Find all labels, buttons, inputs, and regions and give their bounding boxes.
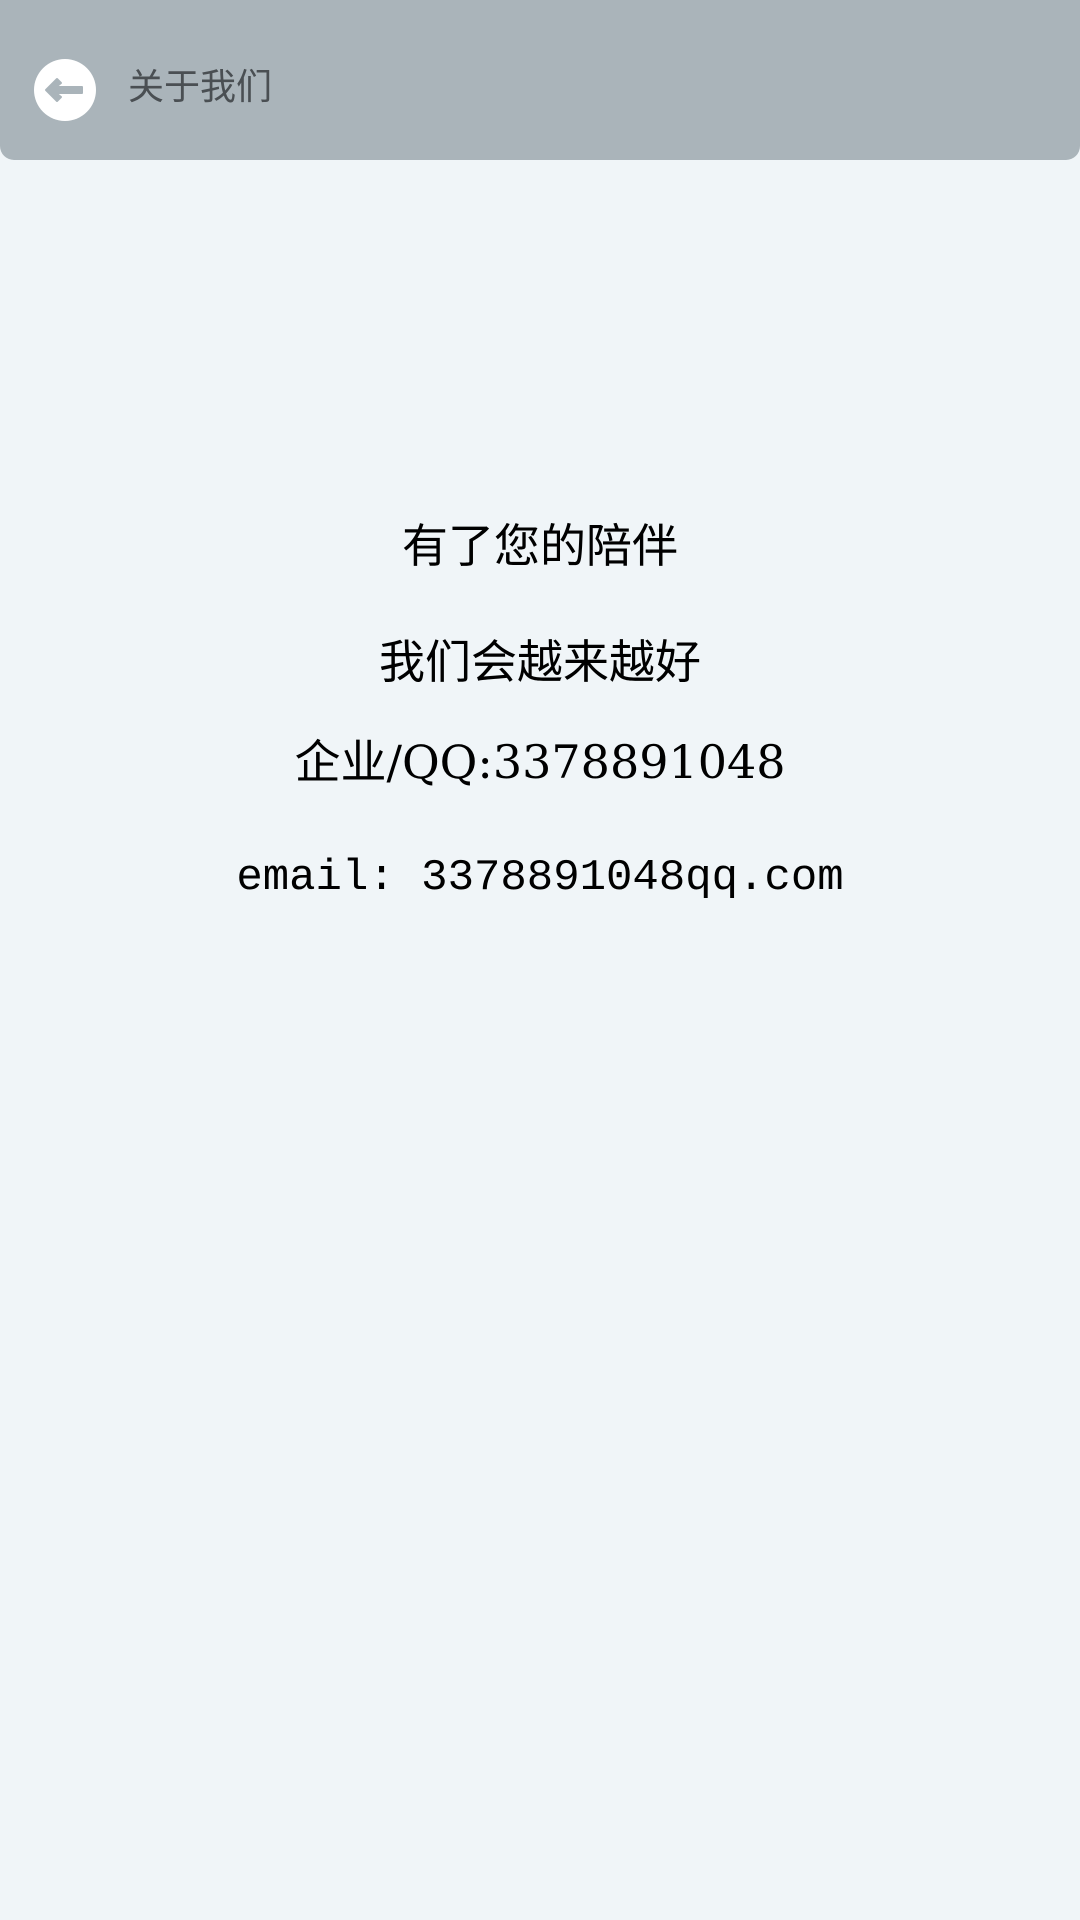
company-qq-number: /QQ:3378891048	[386, 735, 786, 789]
company-qq-prefix: 企业	[294, 735, 387, 789]
contact-email: email: 3378891048qq.com	[236, 853, 844, 903]
slogan-line-1: 有了您的陪伴	[402, 519, 678, 573]
arrow-left-icon	[45, 78, 83, 102]
back-button[interactable]	[34, 59, 96, 121]
page-title: 关于我们	[128, 67, 273, 108]
slogan-line-2: 我们会越来越好	[379, 635, 701, 689]
app-bar: 关于我们	[0, 0, 1080, 160]
company-qq: 企业/QQ:3378891048	[0, 732, 1080, 792]
